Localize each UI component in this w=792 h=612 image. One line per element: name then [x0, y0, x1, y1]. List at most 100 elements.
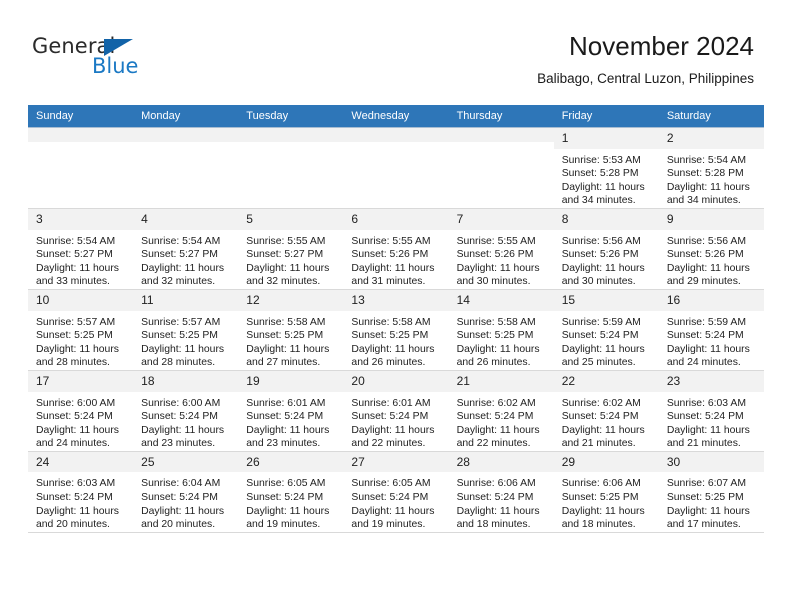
calendar-day-cell[interactable]: 14 Sunrise: 5:58 AM Sunset: 5:25 PM Dayligh…: [448, 288, 554, 371]
daylight-text-line2: and 25 minutes.: [561, 357, 636, 369]
calendar-day-cell[interactable]: 7 Sunrise: 5:55 AM Sunset: 5:26 PM Daylight…: [448, 207, 554, 290]
sunrise-text: Sunrise: 6:02 AM: [561, 397, 641, 409]
calendar-day-cell[interactable]: 6 Sunrise: 5:55 AM Sunset: 5:26 PM Daylight…: [343, 207, 449, 290]
daylight-text-line2: and 32 minutes.: [246, 276, 321, 288]
daylight-text-line1: Daylight: 11 hours: [351, 343, 435, 355]
calendar-day-cell[interactable]: 4 Sunrise: 5:54 AM Sunset: 5:27 PM Daylight…: [133, 207, 239, 290]
calendar-day-cell[interactable]: 1 Sunrise: 5:53 AM Sunset: 5:28 PM Daylight…: [553, 127, 659, 209]
sunset-text: Sunset: 5:27 PM: [246, 249, 324, 261]
calendar-day-cell[interactable]: 20 Sunrise: 6:01 AM Sunset: 5:24 PM Dayligh…: [343, 369, 449, 452]
daylight-text-line2: and 20 minutes.: [141, 519, 216, 531]
daylight-text-line1: Daylight: 11 hours: [561, 181, 645, 193]
calendar-day-cell[interactable]: 22 Sunrise: 6:02 AM Sunset: 5:24 PM Dayligh…: [553, 369, 659, 452]
daylight-text-line2: and 22 minutes.: [456, 438, 531, 450]
daylight-text-line1: Daylight: 11 hours: [666, 343, 750, 355]
daylight-text-line2: and 18 minutes.: [561, 519, 636, 531]
calendar-day-cell-empty: [448, 127, 554, 209]
calendar-day-cell[interactable]: 18 Sunrise: 6:00 AM Sunset: 5:24 PM Dayligh…: [133, 369, 239, 452]
daylight-text-line1: Daylight: 11 hours: [561, 505, 645, 517]
sunset-text: Sunset: 5:24 PM: [351, 411, 429, 423]
daylight-text-line1: Daylight: 11 hours: [36, 262, 119, 274]
sunset-text: Sunset: 5:24 PM: [141, 411, 218, 423]
calendar-day-cell[interactable]: 9 Sunrise: 5:56 AM Sunset: 5:26 PM Daylight…: [658, 207, 764, 290]
day-number: 28: [448, 451, 554, 473]
calendar-day-cell[interactable]: 2 Sunrise: 5:54 AM Sunset: 5:28 PM Daylight…: [658, 127, 764, 209]
calendar-day-cell[interactable]: 3 Sunrise: 5:54 AM Sunset: 5:27 PM Daylight…: [28, 207, 134, 290]
daylight-text-line2: and 19 minutes.: [246, 519, 321, 531]
day-details: Sunrise: 6:00 AM Sunset: 5:24 PM Daylight:…: [28, 392, 133, 451]
sunrise-text: Sunrise: 5:58 AM: [351, 316, 431, 328]
daylight-text-line1: Daylight: 11 hours: [246, 262, 330, 274]
calendar-day-cell[interactable]: 11 Sunrise: 5:57 AM Sunset: 5:25 PM Dayligh…: [133, 288, 239, 371]
day-number: 14: [448, 289, 554, 311]
day-number: 5: [238, 208, 344, 230]
sunset-text: Sunset: 5:24 PM: [456, 492, 534, 504]
calendar-day-cell[interactable]: 10 Sunrise: 5:57 AM Sunset: 5:25 PM Dayligh…: [28, 288, 134, 371]
day-number: 20: [343, 370, 449, 392]
page-header: General Blue November 2024 Balibago, Cen…: [0, 0, 792, 104]
day-details: Sunrise: 5:56 AM Sunset: 5:26 PM Daylight:…: [659, 230, 764, 289]
sunrise-text: Sunrise: 6:03 AM: [36, 478, 116, 490]
sunset-text: Sunset: 5:25 PM: [141, 330, 218, 342]
day-details: Sunrise: 6:02 AM Sunset: 5:24 PM Daylight:…: [554, 392, 659, 451]
daylight-text-line2: and 24 minutes.: [36, 438, 110, 450]
calendar-day-cell[interactable]: 28 Sunrise: 6:06 AM Sunset: 5:24 PM Dayligh…: [448, 450, 554, 533]
daylight-text-line2: and 34 minutes.: [666, 195, 741, 207]
calendar-day-cell[interactable]: 21 Sunrise: 6:02 AM Sunset: 5:24 PM Dayligh…: [448, 369, 554, 452]
calendar-day-cell[interactable]: 24 Sunrise: 6:03 AM Sunset: 5:24 PM Dayligh…: [28, 450, 134, 533]
calendar-day-cell[interactable]: 8 Sunrise: 5:56 AM Sunset: 5:26 PM Daylight…: [553, 207, 659, 290]
daylight-text-line1: Daylight: 11 hours: [456, 343, 540, 355]
day-number: 18: [133, 370, 239, 392]
general-blue-logo[interactable]: General Blue: [32, 36, 212, 88]
day-number: [28, 128, 134, 142]
day-number: 16: [658, 289, 764, 311]
daylight-text-line1: Daylight: 11 hours: [666, 262, 750, 274]
calendar-day-cell[interactable]: 23 Sunrise: 6:03 AM Sunset: 5:24 PM Dayligh…: [658, 369, 764, 452]
sunrise-text: Sunrise: 5:56 AM: [561, 235, 641, 247]
calendar-day-cell-empty: [133, 127, 239, 209]
day-details: Sunrise: 5:55 AM Sunset: 5:26 PM Daylight:…: [449, 230, 554, 289]
sunset-text: Sunset: 5:25 PM: [561, 492, 639, 504]
sunrise-text: Sunrise: 5:57 AM: [36, 316, 116, 328]
calendar-day-cell[interactable]: 30 Sunrise: 6:07 AM Sunset: 5:25 PM Dayligh…: [658, 450, 764, 533]
daylight-text-line1: Daylight: 11 hours: [456, 262, 540, 274]
calendar-day-cell[interactable]: 25 Sunrise: 6:04 AM Sunset: 5:24 PM Dayligh…: [133, 450, 239, 533]
sunset-text: Sunset: 5:25 PM: [36, 330, 113, 342]
day-number: 30: [658, 451, 764, 473]
sunset-text: Sunset: 5:27 PM: [36, 249, 113, 261]
calendar-day-cell-empty: [343, 127, 449, 209]
page-title: November 2024: [569, 31, 754, 61]
day-details: Sunrise: 5:58 AM Sunset: 5:25 PM Daylight:…: [343, 311, 448, 370]
calendar-day-cell[interactable]: 27 Sunrise: 6:05 AM Sunset: 5:24 PM Dayligh…: [343, 450, 449, 533]
calendar-day-cell[interactable]: 26 Sunrise: 6:05 AM Sunset: 5:24 PM Dayligh…: [238, 450, 344, 533]
calendar-day-cell[interactable]: 29 Sunrise: 6:06 AM Sunset: 5:25 PM Dayligh…: [553, 450, 659, 533]
sunset-text: Sunset: 5:25 PM: [246, 330, 324, 342]
calendar-day-cell[interactable]: 17 Sunrise: 6:00 AM Sunset: 5:24 PM Dayligh…: [28, 369, 134, 452]
calendar-day-cell[interactable]: 16 Sunrise: 5:59 AM Sunset: 5:24 PM Dayligh…: [658, 288, 764, 371]
daylight-text-line1: Daylight: 11 hours: [351, 424, 435, 436]
sunset-text: Sunset: 5:26 PM: [561, 249, 639, 261]
sunrise-text: Sunrise: 6:04 AM: [141, 478, 221, 490]
calendar-day-cell[interactable]: 19 Sunrise: 6:01 AM Sunset: 5:24 PM Dayligh…: [238, 369, 344, 452]
day-details: Sunrise: 6:01 AM Sunset: 5:24 PM Daylight:…: [238, 392, 343, 451]
daylight-text-line1: Daylight: 11 hours: [36, 424, 119, 436]
day-details: Sunrise: 6:02 AM Sunset: 5:24 PM Daylight:…: [449, 392, 554, 451]
sunrise-text: Sunrise: 6:06 AM: [561, 478, 641, 490]
daylight-text-line2: and 33 minutes.: [36, 276, 110, 288]
calendar-week-row: 3 Sunrise: 5:54 AM Sunset: 5:27 PM Daylight…: [28, 207, 764, 290]
weekday-header-wednesday: Wednesday: [343, 105, 449, 128]
sunset-text: Sunset: 5:27 PM: [141, 249, 218, 261]
calendar-day-cell[interactable]: 13 Sunrise: 5:58 AM Sunset: 5:25 PM Dayligh…: [343, 288, 449, 371]
sunrise-text: Sunrise: 5:57 AM: [141, 316, 221, 328]
sunset-text: Sunset: 5:24 PM: [36, 492, 113, 504]
sunset-text: Sunset: 5:24 PM: [456, 411, 534, 423]
calendar-day-cell[interactable]: 12 Sunrise: 5:58 AM Sunset: 5:25 PM Dayligh…: [238, 288, 344, 371]
calendar-table: Sunday Monday Tuesday Wednesday Thursday…: [28, 105, 764, 533]
calendar-day-cell[interactable]: 5 Sunrise: 5:55 AM Sunset: 5:27 PM Daylight…: [238, 207, 344, 290]
sunset-text: Sunset: 5:26 PM: [456, 249, 534, 261]
day-details: Sunrise: 5:57 AM Sunset: 5:25 PM Daylight:…: [133, 311, 238, 370]
calendar-week-row: 1 Sunrise: 5:53 AM Sunset: 5:28 PM Daylight…: [28, 127, 764, 209]
daylight-text-line1: Daylight: 11 hours: [666, 505, 750, 517]
daylight-text-line2: and 24 minutes.: [666, 357, 741, 369]
calendar-day-cell[interactable]: 15 Sunrise: 5:59 AM Sunset: 5:24 PM Dayligh…: [553, 288, 659, 371]
